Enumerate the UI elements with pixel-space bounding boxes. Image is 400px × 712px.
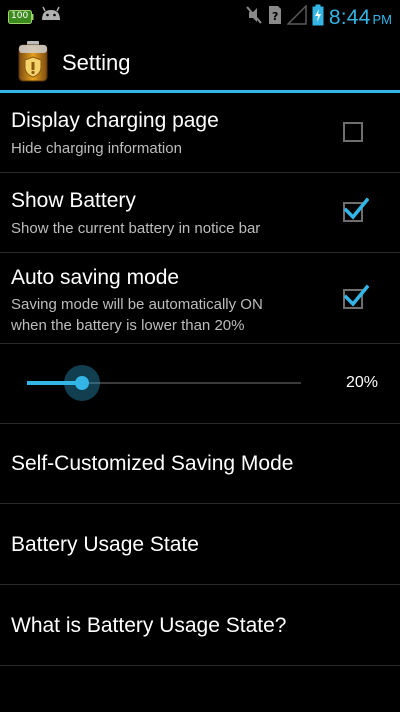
signal-icon <box>286 4 307 30</box>
checkmark-icon <box>343 197 369 220</box>
setting-title: Show Battery <box>11 189 136 212</box>
setting-summary-line1: Saving mode will be automatically ON <box>11 296 263 313</box>
setting-summary: Hide charging information <box>11 140 182 157</box>
setting-title: Display charging page <box>11 109 219 132</box>
auto-saving-checkbox[interactable] <box>343 284 369 309</box>
display-charging-checkbox[interactable] <box>343 122 363 142</box>
status-right-icons: ? 8:44 PM <box>245 4 392 31</box>
setting-title: Self-Customized Saving Mode <box>11 452 294 475</box>
svg-text:?: ? <box>272 10 278 23</box>
action-bar: Setting <box>0 32 400 90</box>
clock-ampm: PM <box>372 11 393 27</box>
row-divider <box>0 665 400 666</box>
status-left-icons: 100 <box>8 6 62 27</box>
android-icon <box>40 6 62 27</box>
setting-auto-saving-mode[interactable]: Auto saving mode Saving mode will be aut… <box>0 253 400 343</box>
slider-value-label: 20% <box>345 374 378 391</box>
setting-summary-line2: when the battery is lower than 20% <box>11 317 245 334</box>
setting-title: Auto saving mode <box>11 266 180 289</box>
setting-title: Battery Usage State <box>11 533 199 556</box>
clock: 8:44 PM <box>329 6 392 30</box>
setting-battery-usage-state[interactable]: Battery Usage State <box>0 504 400 584</box>
status-bar: 100 ? 8:44 PM <box>0 0 400 32</box>
battery-level-text: 100 <box>11 10 29 21</box>
setting-show-battery[interactable]: Show Battery Show the current battery in… <box>0 173 400 252</box>
page-title: Setting <box>62 50 131 75</box>
checkmark-icon <box>343 284 369 307</box>
mute-icon <box>245 5 263 30</box>
sim-unknown-icon: ? <box>268 5 282 30</box>
setting-title: What is Battery Usage State? <box>11 614 287 637</box>
setting-display-charging-page[interactable]: Display charging page Hide charging info… <box>0 93 400 171</box>
setting-what-is-battery-usage-state[interactable]: What is Battery Usage State? <box>0 585 400 665</box>
slider-thumb[interactable] <box>74 376 89 390</box>
show-battery-checkbox[interactable] <box>343 197 369 222</box>
battery-small-icon: 100 <box>8 9 34 24</box>
battery-charging-icon <box>312 4 324 31</box>
battery-shield-icon[interactable] <box>18 40 48 87</box>
setting-self-customized-saving-mode[interactable]: Self-Customized Saving Mode <box>0 424 400 503</box>
clock-time: 8:44 <box>328 5 371 29</box>
setting-summary: Show the current battery in notice bar <box>11 220 261 237</box>
